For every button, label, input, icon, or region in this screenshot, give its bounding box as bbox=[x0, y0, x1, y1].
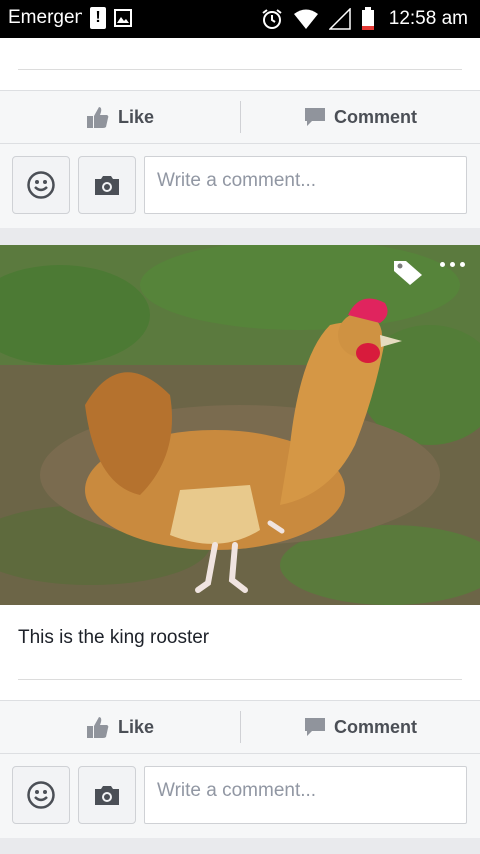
comment-icon bbox=[304, 108, 325, 126]
post-action-bar: Like Comment bbox=[0, 700, 480, 754]
comment-composer: Write a comment... bbox=[0, 144, 480, 228]
comment-label: Comment bbox=[333, 716, 417, 737]
like-label: Like bbox=[117, 716, 155, 737]
post-divider bbox=[18, 679, 462, 680]
status-app-title: Emergency bbox=[8, 7, 82, 28]
emoji-icon bbox=[27, 781, 55, 809]
camera-button[interactable] bbox=[78, 156, 136, 214]
emoji-button[interactable] bbox=[12, 156, 70, 214]
post-caption: This is the king rooster bbox=[18, 627, 210, 648]
emoji-icon bbox=[27, 171, 55, 199]
post-photo[interactable] bbox=[0, 245, 480, 605]
camera-button[interactable] bbox=[78, 766, 136, 824]
feed-gap bbox=[0, 228, 480, 245]
tag-icon[interactable] bbox=[392, 257, 424, 292]
camera-icon bbox=[95, 176, 119, 195]
camera-icon bbox=[95, 786, 119, 805]
like-button[interactable]: Like bbox=[0, 91, 240, 143]
post-card-caption bbox=[0, 605, 480, 700]
comment-label: Comment bbox=[333, 106, 417, 127]
comment-input[interactable]: Write a comment... bbox=[144, 766, 467, 824]
alert-icon: ! bbox=[90, 7, 106, 29]
more-icon[interactable] bbox=[440, 262, 465, 267]
like-button[interactable]: Like bbox=[0, 701, 240, 753]
wifi-icon bbox=[293, 9, 318, 29]
alarm-icon bbox=[262, 9, 282, 29]
comment-button[interactable]: Comment bbox=[241, 91, 480, 143]
image-icon bbox=[114, 9, 132, 27]
like-icon bbox=[86, 107, 109, 128]
status-bar: Emergency ! 12:58 am bbox=[0, 0, 480, 38]
signal-icon bbox=[328, 8, 351, 30]
status-time: 12:58 am bbox=[388, 8, 468, 29]
comment-composer: Write a comment... bbox=[0, 754, 480, 838]
like-label: Like bbox=[117, 106, 155, 127]
post-divider bbox=[18, 69, 462, 70]
post-action-bar: Like Comment bbox=[0, 90, 480, 144]
battery-icon bbox=[361, 7, 374, 30]
like-icon bbox=[86, 717, 109, 738]
comment-button[interactable]: Comment bbox=[241, 701, 480, 753]
feed-gap bbox=[0, 838, 480, 854]
comment-input[interactable]: Write a comment... bbox=[144, 156, 467, 214]
post-card-top bbox=[0, 38, 480, 90]
comment-icon bbox=[304, 718, 325, 736]
emoji-button[interactable] bbox=[12, 766, 70, 824]
